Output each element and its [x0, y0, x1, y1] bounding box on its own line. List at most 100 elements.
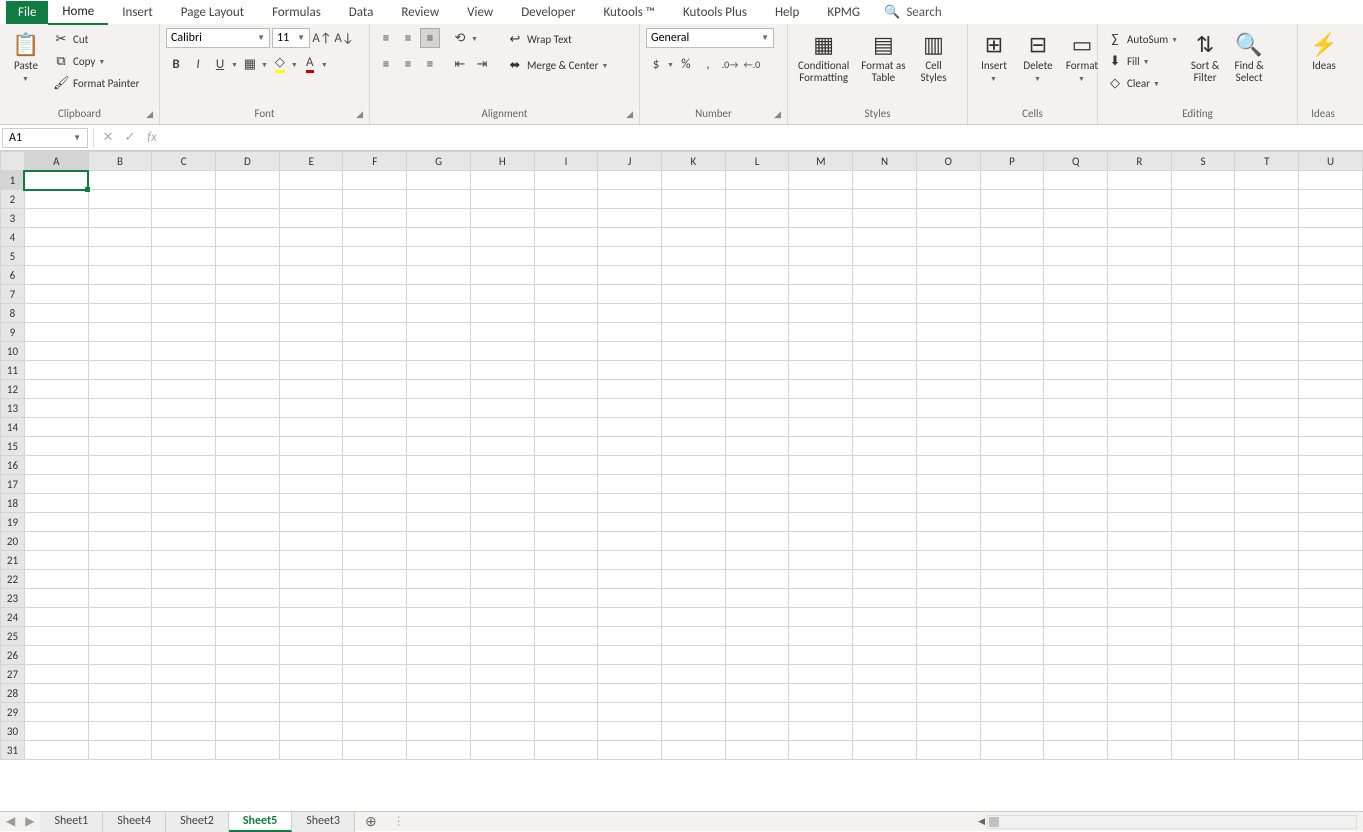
cell[interactable] — [1108, 570, 1172, 589]
cell[interactable] — [980, 589, 1044, 608]
cell[interactable] — [1299, 380, 1363, 399]
cell[interactable] — [980, 190, 1044, 209]
cell[interactable] — [725, 437, 789, 456]
cell[interactable] — [980, 684, 1044, 703]
cell[interactable] — [470, 171, 534, 190]
cell[interactable] — [407, 323, 471, 342]
cell[interactable] — [343, 608, 407, 627]
cell[interactable] — [24, 361, 88, 380]
tab-kpmg[interactable]: KPMG — [813, 1, 874, 24]
cell[interactable] — [534, 380, 598, 399]
cell[interactable] — [853, 570, 917, 589]
cell[interactable] — [1235, 304, 1299, 323]
cell[interactable] — [789, 665, 853, 684]
cell[interactable] — [1108, 323, 1172, 342]
cell[interactable] — [534, 513, 598, 532]
decrease-decimal-button[interactable]: ←.0 — [742, 54, 762, 74]
row-header[interactable]: 8 — [1, 304, 25, 323]
cell[interactable] — [24, 494, 88, 513]
cell[interactable] — [916, 361, 980, 380]
cell[interactable] — [598, 418, 662, 437]
cell[interactable] — [853, 532, 917, 551]
cell[interactable] — [662, 703, 726, 722]
cell[interactable] — [1044, 722, 1108, 741]
cell[interactable] — [980, 608, 1044, 627]
cell[interactable] — [662, 342, 726, 361]
cell[interactable] — [216, 304, 280, 323]
cell[interactable] — [407, 665, 471, 684]
cell[interactable] — [1044, 323, 1108, 342]
cell[interactable] — [789, 361, 853, 380]
column-header[interactable]: E — [279, 152, 343, 171]
cell[interactable] — [916, 684, 980, 703]
cell[interactable] — [598, 684, 662, 703]
cell[interactable] — [1108, 361, 1172, 380]
cell[interactable] — [1044, 570, 1108, 589]
cell[interactable] — [216, 475, 280, 494]
cell[interactable] — [88, 741, 152, 760]
cell[interactable] — [662, 570, 726, 589]
copy-button[interactable]: ⧉ Copy ▼ — [50, 50, 142, 72]
cell[interactable] — [725, 266, 789, 285]
cell[interactable] — [1235, 703, 1299, 722]
cell[interactable] — [279, 437, 343, 456]
row-header[interactable]: 20 — [1, 532, 25, 551]
autosum-button[interactable]: ∑ AutoSum ▼ — [1104, 28, 1181, 50]
cell[interactable] — [279, 171, 343, 190]
cell[interactable] — [343, 228, 407, 247]
cell[interactable] — [470, 361, 534, 380]
add-sheet-button[interactable]: ⊕ — [355, 811, 387, 832]
cell[interactable] — [725, 304, 789, 323]
cell[interactable] — [598, 627, 662, 646]
cell[interactable] — [1044, 190, 1108, 209]
column-header[interactable]: M — [789, 152, 853, 171]
cell[interactable] — [279, 703, 343, 722]
cell[interactable] — [1171, 475, 1235, 494]
row-header[interactable]: 30 — [1, 722, 25, 741]
cell[interactable] — [1171, 247, 1235, 266]
cell[interactable] — [853, 646, 917, 665]
cell[interactable] — [1044, 551, 1108, 570]
cell[interactable] — [1299, 323, 1363, 342]
row-header[interactable]: 17 — [1, 475, 25, 494]
cell[interactable] — [725, 494, 789, 513]
cell[interactable] — [24, 437, 88, 456]
cell[interactable] — [88, 475, 152, 494]
cell[interactable] — [152, 627, 216, 646]
cancel-formula-button[interactable]: ✕ — [97, 130, 119, 145]
cell[interactable] — [152, 665, 216, 684]
cell[interactable] — [916, 266, 980, 285]
cell[interactable] — [1044, 741, 1108, 760]
cell[interactable] — [662, 684, 726, 703]
cell[interactable] — [853, 361, 917, 380]
cell[interactable] — [152, 551, 216, 570]
cell[interactable] — [407, 722, 471, 741]
cell[interactable] — [279, 228, 343, 247]
cell[interactable] — [916, 399, 980, 418]
orientation-dropdown-icon[interactable]: ▼ — [471, 34, 478, 43]
cell[interactable] — [598, 570, 662, 589]
cell[interactable] — [980, 247, 1044, 266]
clear-button[interactable]: ◇ Clear ▼ — [1104, 72, 1181, 94]
number-launcher-icon[interactable]: ◢ — [774, 109, 781, 120]
cell[interactable] — [789, 323, 853, 342]
cell[interactable] — [980, 418, 1044, 437]
cell[interactable] — [916, 380, 980, 399]
cell[interactable] — [534, 342, 598, 361]
column-header[interactable]: H — [470, 152, 534, 171]
cell[interactable] — [534, 475, 598, 494]
cell[interactable] — [1299, 171, 1363, 190]
cell[interactable] — [853, 285, 917, 304]
row-header[interactable]: 31 — [1, 741, 25, 760]
cell[interactable] — [343, 513, 407, 532]
cell[interactable] — [88, 380, 152, 399]
cell[interactable] — [279, 608, 343, 627]
paste-button[interactable]: 📋 Paste ▼ — [6, 28, 46, 85]
cell[interactable] — [470, 323, 534, 342]
cell[interactable] — [1235, 570, 1299, 589]
cell[interactable] — [1044, 247, 1108, 266]
row-header[interactable]: 1 — [1, 171, 25, 190]
row-header[interactable]: 26 — [1, 646, 25, 665]
cell[interactable] — [1108, 722, 1172, 741]
cell[interactable] — [725, 475, 789, 494]
